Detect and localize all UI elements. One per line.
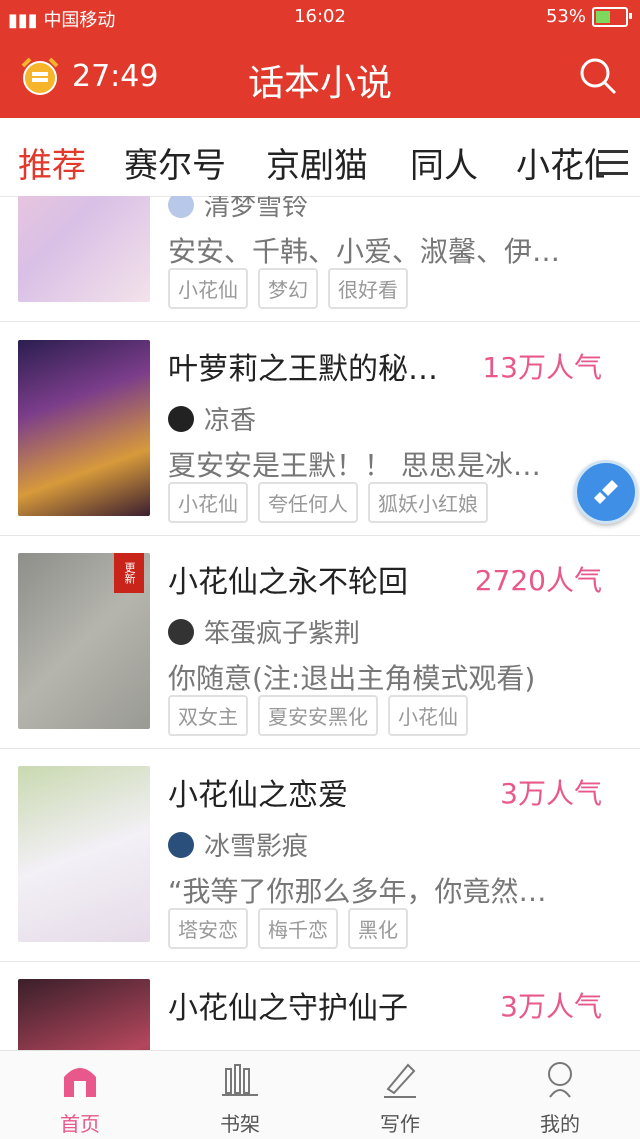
popularity: 2720人气: [474, 564, 602, 597]
tag[interactable]: 小花仙: [168, 482, 248, 523]
book-cover: 更新: [18, 553, 150, 729]
author-avatar: [168, 831, 194, 858]
book-cover: [18, 340, 150, 516]
tag[interactable]: 小花仙: [388, 695, 468, 736]
clean-mode-button[interactable]: [574, 460, 638, 524]
popularity: 3万人气: [500, 990, 602, 1023]
author: 凉香: [168, 400, 256, 437]
book-item[interactable]: 叶萝莉之王默的秘… 13万人气 凉香 夏安安是王默！！ 思思是冰公… 小花仙 夸…: [0, 322, 640, 536]
tag[interactable]: 狐妖小红娘: [368, 482, 488, 523]
tab-seer[interactable]: 赛尔号: [124, 138, 226, 187]
book-cover: [18, 766, 150, 942]
book-title: 叶萝莉之王默的秘…: [168, 352, 438, 387]
book-title: 小花仙之守护仙子: [168, 991, 408, 1026]
tab-balala[interactable]: 小花仙: [516, 138, 604, 187]
tag-list: 小花仙 夸任何人 狐妖小红娘: [168, 482, 488, 523]
tab-fanfic[interactable]: 同人: [410, 138, 478, 187]
app-title: 话本小说: [247, 63, 392, 104]
search-icon: [580, 58, 617, 95]
author: 清梦雪铃: [168, 196, 308, 223]
tag-list: 小花仙 梦幻 很好看: [168, 268, 408, 309]
author: 冰雪影痕: [168, 826, 308, 863]
book-title: 小花仙之永不轮回: [168, 565, 408, 600]
book-description: 夏安安是王默！！ 思思是冰公…: [168, 449, 568, 482]
book-description: “我等了你那么多年，你竟然…: [168, 875, 547, 908]
status-bar: ▮▮▮ 中国移动 16:02 53%: [0, 0, 640, 34]
tag[interactable]: 夏安安黑化: [258, 695, 378, 736]
nav-bookshelf[interactable]: 书架: [180, 1059, 300, 1137]
book-item[interactable]: 清梦雪铃 安安、千韩、小爱、淑馨、伊… 小花仙 梦幻 很好看: [0, 196, 640, 322]
book-cover: [18, 196, 150, 302]
author: 笨蛋疯子紫荆: [168, 613, 360, 650]
book-item[interactable]: 小花仙之恋爱 3万人气 冰雪影痕 “我等了你那么多年，你竟然… 塔安恋 梅千恋 …: [0, 748, 640, 962]
battery-status: 53%: [546, 6, 632, 27]
popularity: 13万人气: [482, 351, 602, 384]
author-avatar: [168, 405, 194, 432]
tag[interactable]: 很好看: [328, 268, 408, 309]
tag[interactable]: 塔安恋: [168, 908, 248, 949]
tab-beijing-opera-cat[interactable]: 京剧猫: [266, 138, 368, 187]
nav-home[interactable]: 首页: [20, 1059, 140, 1137]
author-avatar: [168, 196, 194, 218]
book-description: 安安、千韩、小爱、淑馨、伊…: [168, 235, 561, 268]
tag-list: 塔安恋 梅千恋 黑化: [168, 908, 408, 949]
app-bar: 27:49 话本小说: [0, 34, 640, 118]
book-title: 小花仙之恋爱: [168, 778, 348, 813]
book-item[interactable]: 更新 小花仙之永不轮回 2720人气 笨蛋疯子紫荆 你随意(注:退出主角模式观看…: [0, 535, 640, 749]
tab-recommend[interactable]: 推荐: [18, 138, 86, 203]
bookshelf-icon: [222, 1064, 258, 1096]
update-badge: 更新: [114, 553, 144, 593]
book-item[interactable]: 小花仙之守护仙子 3万人气: [0, 961, 640, 1051]
nav-mine[interactable]: 我的: [500, 1059, 620, 1137]
book-list: 清梦雪铃 安安、千韩、小爱、淑馨、伊… 小花仙 梦幻 很好看 叶萝莉之王默的秘……: [0, 196, 640, 1051]
tag[interactable]: 黑化: [348, 908, 408, 949]
battery-icon: [592, 6, 632, 27]
tag[interactable]: 小花仙: [168, 268, 248, 309]
home-icon: [64, 1068, 96, 1097]
popularity: 3万人气: [500, 777, 602, 810]
nav-write[interactable]: 写作: [340, 1059, 460, 1137]
broom-icon: [594, 480, 618, 504]
tag-list: 双女主 夏安安黑化 小花仙: [168, 695, 468, 736]
author-avatar: [168, 618, 194, 645]
pen-icon: [384, 1063, 416, 1098]
tag[interactable]: 双女主: [168, 695, 248, 736]
book-cover: [18, 979, 150, 1051]
user-icon: [548, 1062, 572, 1098]
search-button[interactable]: [578, 56, 618, 100]
category-tabs: 推荐 赛尔号 京剧猫 同人 小花仙: [0, 118, 640, 203]
bottom-nav: 首页 书架 写作 我的: [0, 1050, 640, 1139]
book-description: 你随意(注:退出主角模式观看): [168, 662, 536, 695]
tag[interactable]: 梅千恋: [258, 908, 338, 949]
menu-icon[interactable]: [598, 150, 628, 183]
clock: 16:02: [294, 6, 346, 27]
tag[interactable]: 梦幻: [258, 268, 318, 309]
tag[interactable]: 夸任何人: [258, 482, 358, 523]
